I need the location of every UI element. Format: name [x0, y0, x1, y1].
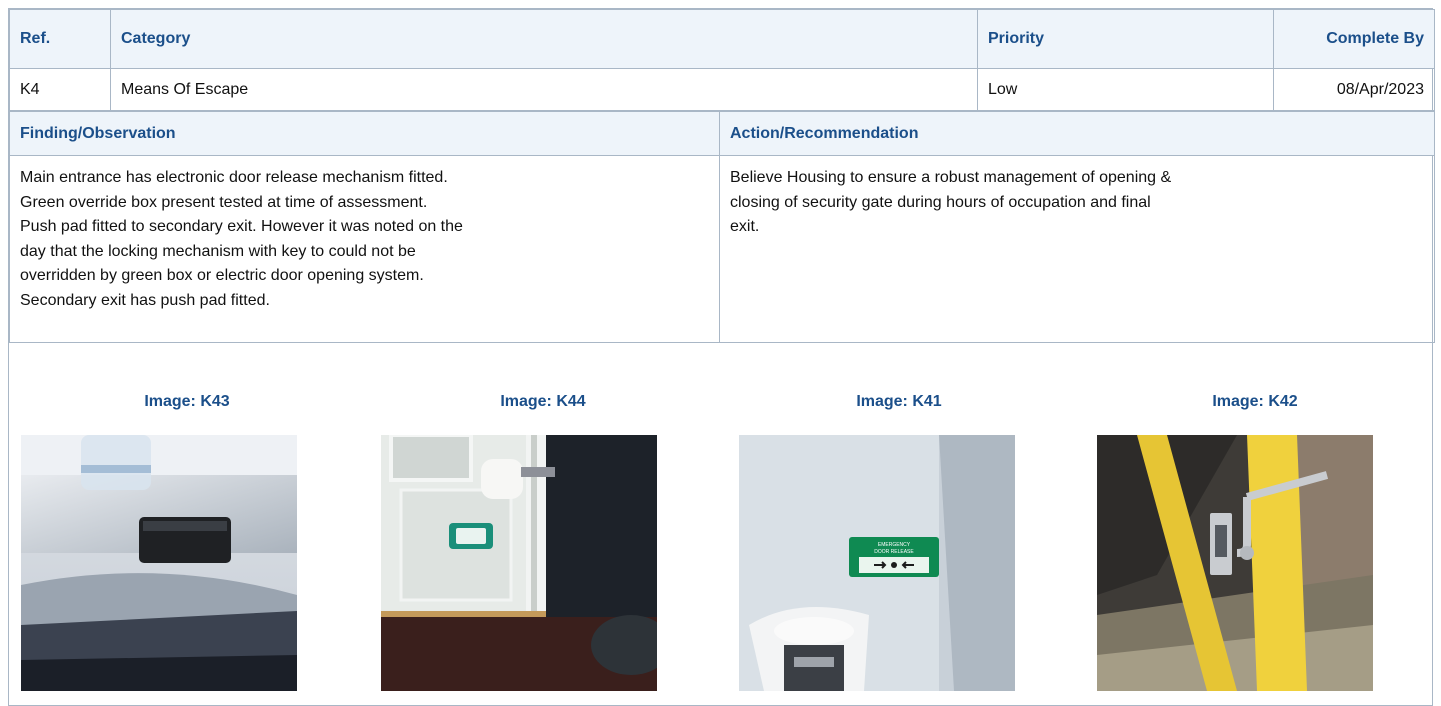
finding-line: Secondary exit has push pad fitted. — [20, 291, 270, 309]
image-title: Image: K43 — [144, 393, 230, 410]
image-card-k42: Image: K42 — [1077, 362, 1433, 706]
action-line: exit. — [730, 218, 760, 235]
action-text: Believe Housing to ensure a robust manag… — [719, 155, 1435, 343]
finding-line: day that the locking mechanism with key … — [20, 242, 416, 260]
action-line: closing of security gate during hours of… — [730, 193, 1151, 211]
finding-header: Finding/Observation — [9, 111, 720, 156]
image-card-k43: Image: K43 — [9, 362, 365, 706]
photo-k42[interactable] — [1097, 435, 1373, 691]
priority-value: Low — [977, 68, 1274, 111]
sign-text: DOOR RELEASE — [874, 549, 914, 555]
item-header-table: Ref. Category Priority Complete By K4 Me… — [9, 9, 1435, 111]
ref-header: Ref. — [9, 9, 111, 69]
category-header: Category — [110, 9, 978, 69]
finding-text: Main entrance has electronic door releas… — [9, 155, 720, 343]
finding-line: Push pad fitted to secondary exit. Howev… — [20, 218, 463, 235]
image-card-k41: Image: K41 EMERGENCY DOOR RELEASE — [721, 362, 1077, 706]
image-card-k44: Image: K44 — [365, 362, 721, 706]
finding-line: Green override box present tested at tim… — [20, 193, 428, 211]
complete-by-header: Complete By — [1273, 9, 1435, 69]
photo-k41[interactable]: EMERGENCY DOOR RELEASE — [739, 435, 1015, 691]
photo-k43[interactable] — [21, 435, 297, 691]
finding-action-table: Finding/Observation Action/Recommendatio… — [9, 111, 1435, 343]
finding-line: Main entrance has electronic door releas… — [20, 169, 448, 186]
image-title: Image: K42 — [1212, 393, 1298, 410]
ref-value: K4 — [9, 68, 111, 111]
photo-k44[interactable] — [381, 435, 657, 691]
finding-line: overridden by green box or electric door… — [20, 267, 424, 284]
action-item-sheet: Ref. Category Priority Complete By K4 Me… — [8, 8, 1435, 706]
image-title: Image: K41 — [856, 393, 942, 410]
action-header: Action/Recommendation — [719, 111, 1435, 156]
image-gallery: Image: K43 Image: K44 Image: K41 EMERGEN… — [9, 362, 1432, 706]
priority-header: Priority — [977, 9, 1274, 69]
complete-by-value: 08/Apr/2023 — [1273, 68, 1435, 111]
action-line: Believe Housing to ensure a robust manag… — [730, 169, 1172, 186]
sign-text: EMERGENCY — [878, 542, 911, 548]
image-title: Image: K44 — [500, 393, 586, 410]
category-value: Means Of Escape — [110, 68, 978, 111]
